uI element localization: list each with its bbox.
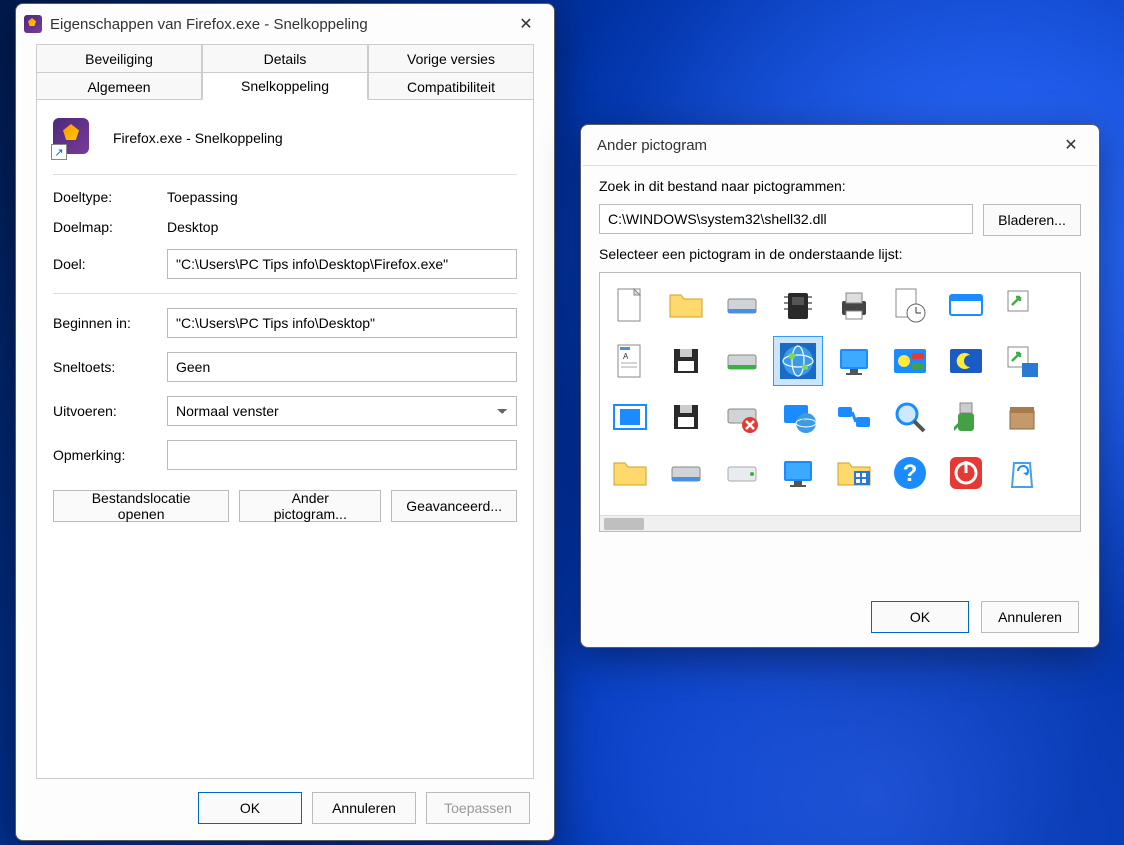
short-arrow2-icon[interactable] xyxy=(998,337,1046,385)
shortcut-large-icon: ↗ xyxy=(53,118,93,158)
power-icon[interactable] xyxy=(942,449,990,497)
folder-grid-icon[interactable] xyxy=(830,449,878,497)
titlebar: Ander pictogram ✕ xyxy=(581,125,1099,165)
titlebar: Eigenschappen van Firefox.exe - Snelkopp… xyxy=(16,4,554,44)
horizontal-scrollbar[interactable] xyxy=(600,515,1080,531)
drive-green-icon[interactable] xyxy=(718,337,766,385)
change-icon-dialog: Ander pictogram ✕ Zoek in dit bestand na… xyxy=(580,124,1100,648)
properties-dialog: Eigenschappen van Firefox.exe - Snelkopp… xyxy=(15,3,555,841)
browse-button[interactable]: Bladeren... xyxy=(983,204,1081,236)
window-title: Ander pictogram xyxy=(589,137,1051,154)
folder-wrench-icon[interactable] xyxy=(1074,449,1081,497)
moon-icon[interactable] xyxy=(942,337,990,385)
recycle-icon[interactable] xyxy=(1074,281,1081,329)
doc-clock-icon[interactable] xyxy=(886,281,934,329)
label-doeltype: Doeltype: xyxy=(53,189,167,205)
share-icon[interactable] xyxy=(830,393,878,441)
close-icon[interactable]: ✕ xyxy=(1051,129,1091,161)
usb-green-icon[interactable] xyxy=(942,393,990,441)
label-doel: Doel: xyxy=(53,256,167,272)
chip-icon[interactable] xyxy=(774,281,822,329)
tab-details[interactable]: Details xyxy=(202,44,368,72)
scrollbar-thumb[interactable] xyxy=(604,518,644,530)
label-opmerking: Opmerking: xyxy=(53,447,167,463)
open-file-location-button[interactable]: Bestandslocatie openen xyxy=(53,490,229,522)
label-sneltoets: Sneltoets: xyxy=(53,359,167,375)
printer-icon[interactable] xyxy=(830,281,878,329)
shortcut-name: Firefox.exe - Snelkoppeling xyxy=(113,130,283,146)
window-run-icon[interactable] xyxy=(942,281,990,329)
change-icon-button[interactable]: Ander pictogram... xyxy=(239,490,381,522)
recycle2-icon[interactable] xyxy=(998,449,1046,497)
drive-light-icon[interactable] xyxy=(718,449,766,497)
monitor-blue-icon[interactable] xyxy=(830,337,878,385)
value-doelmap: Desktop xyxy=(167,219,517,235)
input-beginnen[interactable] xyxy=(167,308,517,338)
doc-a-icon[interactable]: A xyxy=(606,337,654,385)
input-doel[interactable] xyxy=(167,249,517,279)
tab-beveiliging[interactable]: Beveiliging xyxy=(36,44,202,72)
input-opmerking[interactable] xyxy=(167,440,517,470)
svg-text:A: A xyxy=(623,352,629,361)
globe-icon[interactable] xyxy=(774,337,822,385)
folder2-icon[interactable] xyxy=(606,449,654,497)
close-icon[interactable]: ✕ xyxy=(506,8,546,40)
ok-button[interactable]: OK xyxy=(871,601,969,633)
cancel-button[interactable]: Annuleren xyxy=(981,601,1079,633)
box-icon[interactable] xyxy=(998,393,1046,441)
folder-tool-icon[interactable] xyxy=(1074,393,1081,441)
drive-x-icon[interactable] xyxy=(718,393,766,441)
monitor-icon[interactable] xyxy=(774,449,822,497)
input-sneltoets[interactable] xyxy=(167,352,517,382)
label-select-icon: Selecteer een pictogram in de onderstaan… xyxy=(599,246,1081,262)
label-beginnen: Beginnen in: xyxy=(53,315,167,331)
tabs: Beveiliging Details Vorige versies Algem… xyxy=(16,44,554,779)
short-arrow-icon[interactable] xyxy=(998,281,1046,329)
label-uitvoeren: Uitvoeren: xyxy=(53,403,167,419)
folder-icon[interactable] xyxy=(662,281,710,329)
tab-compatibiliteit[interactable]: Compatibiliteit xyxy=(368,72,534,100)
tab-panel: ↗ Firefox.exe - Snelkoppeling Doeltype: … xyxy=(36,99,534,779)
floppy2-icon[interactable] xyxy=(662,393,710,441)
help-icon[interactable]: ? xyxy=(886,449,934,497)
select-uitvoeren[interactable]: Normaal venster xyxy=(167,396,517,426)
advanced-button[interactable]: Geavanceerd... xyxy=(391,490,517,522)
tab-algemeen[interactable]: Algemeen xyxy=(36,72,202,100)
drive-icon[interactable] xyxy=(718,281,766,329)
ok-button[interactable]: OK xyxy=(198,792,302,824)
icon-list[interactable]: A? xyxy=(599,272,1081,532)
value-doeltype: Toepassing xyxy=(167,189,517,205)
folder-gear-icon[interactable] xyxy=(1074,337,1081,385)
tab-vorige-versies[interactable]: Vorige versies xyxy=(368,44,534,72)
label-look-in: Zoek in dit bestand naar pictogrammen: xyxy=(599,178,1081,194)
input-icon-path[interactable] xyxy=(599,204,973,234)
cancel-button[interactable]: Annuleren xyxy=(312,792,416,824)
label-doelmap: Doelmap: xyxy=(53,219,167,235)
apply-button[interactable]: Toepassen xyxy=(426,792,530,824)
window-title: Eigenschappen van Firefox.exe - Snelkopp… xyxy=(50,16,506,33)
dialog-buttons: OK Annuleren Toepassen xyxy=(198,792,530,824)
drive2-icon[interactable] xyxy=(662,449,710,497)
floppy-icon[interactable] xyxy=(662,337,710,385)
firefox-icon xyxy=(24,15,42,33)
panel-blue-icon[interactable] xyxy=(606,393,654,441)
blank-doc-icon[interactable] xyxy=(606,281,654,329)
magnifier-icon[interactable] xyxy=(886,393,934,441)
panel-icon[interactable] xyxy=(886,337,934,385)
svg-text:?: ? xyxy=(903,460,918,487)
tab-snelkoppeling[interactable]: Snelkoppeling xyxy=(202,72,368,100)
globe-monitor-icon[interactable] xyxy=(774,393,822,441)
shortcut-overlay-icon: ↗ xyxy=(51,144,67,160)
dialog-buttons: OK Annuleren xyxy=(871,601,1079,633)
